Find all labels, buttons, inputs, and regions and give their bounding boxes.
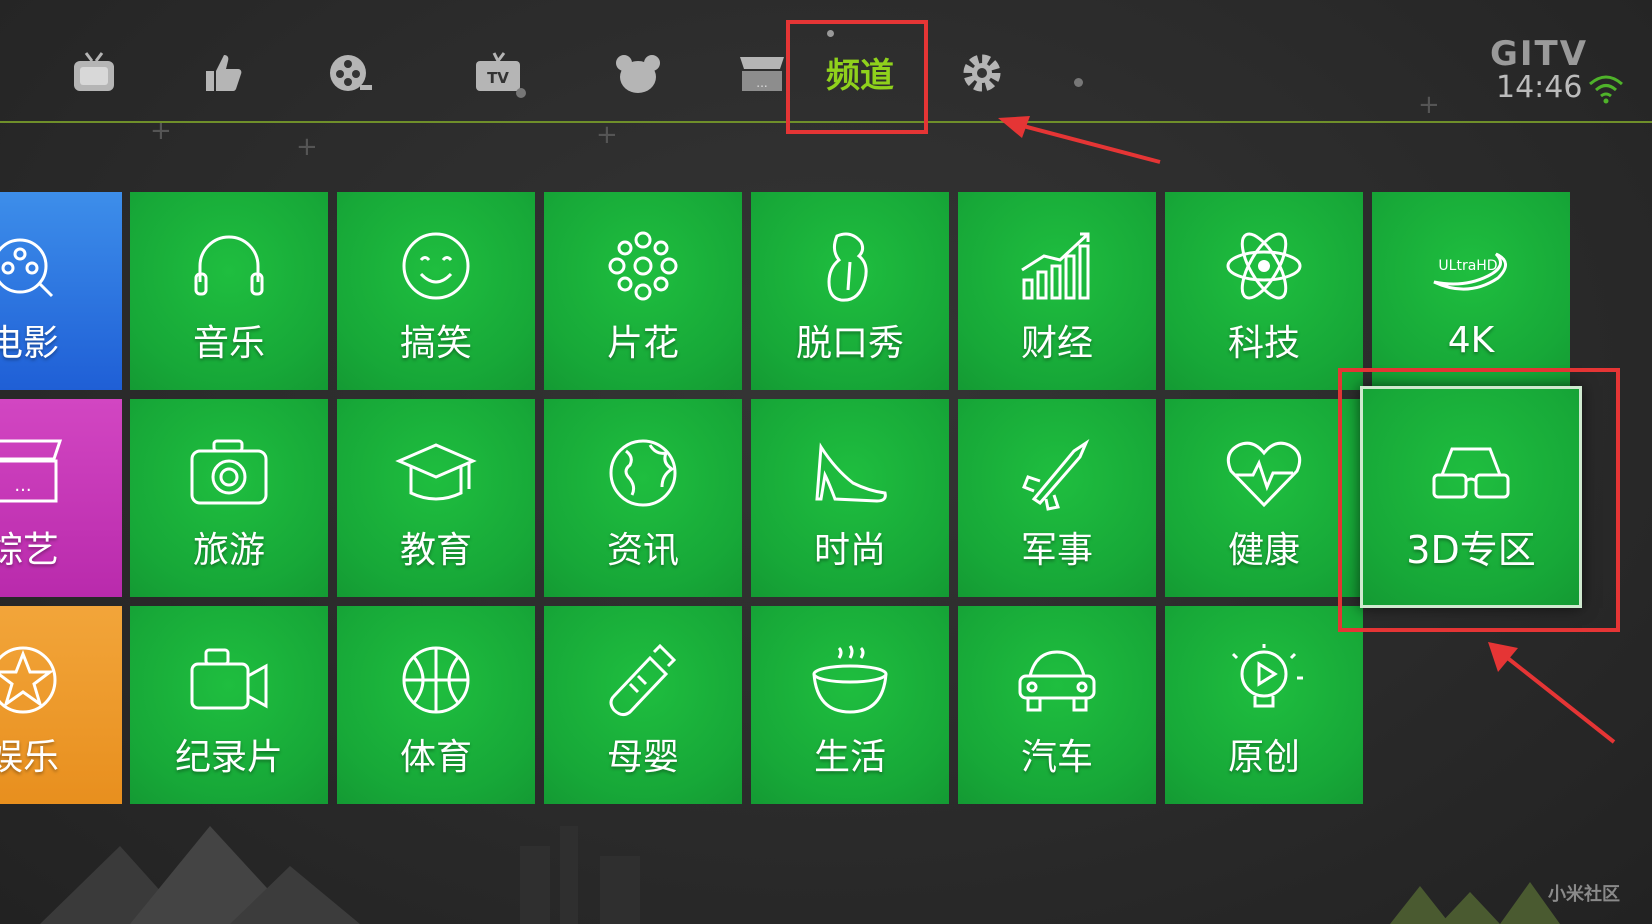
ultrahd-icon: ULtraHD	[1433, 252, 1507, 291]
sparkle-decoration: +	[1418, 90, 1440, 120]
tile-label: 财经	[1020, 323, 1093, 364]
svg-text:...: ...	[14, 475, 31, 496]
lightbulb-play-icon	[1231, 644, 1303, 708]
tile-finance[interactable]: 财经	[958, 192, 1156, 390]
tile-label: 时尚	[813, 530, 886, 571]
tile-news[interactable]: 资讯	[544, 399, 742, 597]
tile-label: 娱乐	[0, 737, 59, 778]
settings-gear-icon[interactable]	[954, 45, 1010, 101]
high-heel-icon	[815, 442, 887, 503]
wifi-icon	[1589, 75, 1623, 104]
baby-bottle-icon	[609, 643, 677, 717]
sparkle-decoration: +	[596, 120, 618, 150]
tile-label: 旅游	[192, 530, 265, 571]
heart-pulse-icon	[1226, 441, 1302, 508]
tile-label: 音乐	[192, 323, 265, 364]
tile-fashion[interactable]: 时尚	[751, 399, 949, 597]
svg-text:...: ...	[756, 76, 767, 90]
tile-4k[interactable]: ULtraHD 4K	[1372, 192, 1570, 390]
tile-mother-baby[interactable]: 母婴	[544, 606, 742, 804]
film-reel-icon[interactable]	[322, 45, 378, 101]
tile-label: 教育	[399, 530, 472, 571]
live-tv-icon[interactable]	[66, 45, 122, 101]
nav-dot	[516, 88, 526, 98]
tile-tech[interactable]: 科技	[1165, 192, 1363, 390]
tile-label: 电影	[0, 323, 59, 364]
tile-label: 科技	[1227, 323, 1300, 364]
tile-label: 资讯	[606, 530, 679, 571]
tile-3d-zone[interactable]: 3D专区	[1360, 386, 1582, 608]
stage-icon: ...	[0, 439, 63, 503]
tile-label: 4K	[1447, 319, 1495, 361]
nav-dot	[1074, 78, 1083, 87]
globe-icon	[609, 439, 677, 507]
clock: 14:46	[1496, 70, 1583, 105]
tile-variety[interactable]: ... 综艺	[0, 399, 122, 597]
3d-glasses-icon	[1432, 447, 1510, 498]
tile-original[interactable]: 原创	[1165, 606, 1363, 804]
flower-icon	[608, 231, 678, 301]
tile-health[interactable]: 健康	[1165, 399, 1363, 597]
channel-tab-highlight	[786, 20, 928, 134]
tile-education[interactable]: 教育	[337, 399, 535, 597]
tile-trailer[interactable]: 片花	[544, 192, 742, 390]
tile-label: 母婴	[606, 737, 679, 778]
arrow-to-channel-tab	[998, 116, 1161, 164]
tile-sports[interactable]: 体育	[337, 606, 535, 804]
arrow-to-3d-zone	[1488, 642, 1616, 744]
bowl-icon	[812, 645, 888, 714]
tile-label: 片花	[606, 323, 679, 364]
tile-label: 脱口秀	[795, 323, 904, 364]
smiley-icon	[402, 232, 470, 300]
tile-documentary[interactable]: 纪录片	[130, 606, 328, 804]
headphones-icon	[194, 235, 264, 296]
tile-label: 纪录片	[174, 737, 283, 778]
tile-label: 健康	[1227, 530, 1300, 571]
tile-travel[interactable]: 旅游	[130, 399, 328, 597]
gitv-logo: GITV	[1490, 34, 1589, 74]
basketball-icon	[402, 646, 470, 714]
tile-funny[interactable]: 搞笑	[337, 192, 535, 390]
car-icon	[1018, 650, 1096, 712]
tile-label: 军事	[1020, 530, 1093, 571]
watermark: 小米社区	[1548, 884, 1620, 905]
tile-label: 综艺	[0, 530, 59, 571]
tile-label: 3D专区	[1406, 527, 1536, 572]
recommend-thumb-icon[interactable]	[194, 45, 250, 101]
tile-label: 生活	[813, 737, 886, 778]
bar-trend-icon	[1021, 232, 1090, 300]
atom-icon	[1226, 232, 1302, 300]
camera-icon	[190, 439, 268, 505]
film-reel-icon	[0, 238, 54, 298]
star-icon	[0, 646, 57, 714]
tv-icon-text: TV	[487, 69, 509, 87]
tile-label: 搞笑	[399, 323, 472, 364]
tile-label: 原创	[1227, 737, 1300, 778]
video-camera-icon	[190, 648, 268, 710]
tile-life[interactable]: 生活	[751, 606, 949, 804]
tile-auto[interactable]: 汽车	[958, 606, 1156, 804]
missile-icon	[1022, 438, 1090, 511]
tile-entertainment[interactable]: 娱乐	[0, 606, 122, 804]
tongue-icon	[827, 232, 868, 302]
graduation-cap-icon	[395, 443, 477, 501]
tile-movie[interactable]: 电影	[0, 192, 122, 390]
tile-talk-show[interactable]: 脱口秀	[751, 192, 949, 390]
variety-stage-icon[interactable]: ...	[734, 45, 790, 101]
tile-label: 体育	[399, 737, 472, 778]
landscape-decoration	[40, 826, 1560, 924]
kids-bear-icon[interactable]	[610, 45, 666, 101]
sparkle-decoration: +	[296, 132, 318, 162]
tile-music[interactable]: 音乐	[130, 192, 328, 390]
tile-label: 汽车	[1020, 737, 1093, 778]
tile-military[interactable]: 军事	[958, 399, 1156, 597]
ultrahd-text: ULtraHD	[1438, 258, 1497, 274]
